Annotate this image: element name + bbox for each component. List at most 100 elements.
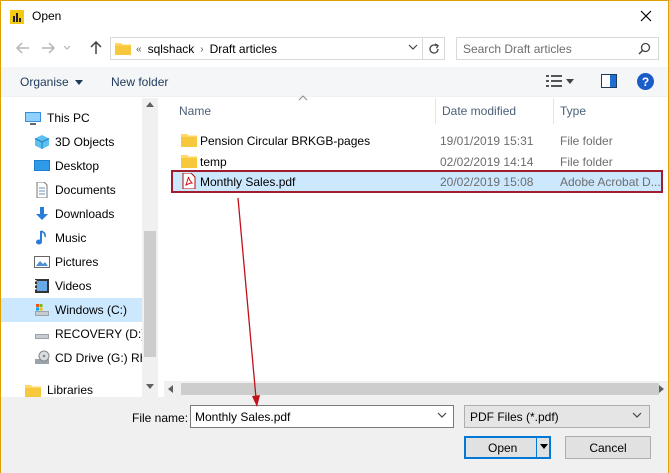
folder-icon xyxy=(181,155,197,168)
libraries-icon xyxy=(25,385,41,397)
nav-label: 3D Objects xyxy=(55,135,115,149)
split-divider xyxy=(536,438,537,457)
scroll-up-icon[interactable] xyxy=(146,102,154,107)
cancel-button[interactable]: Cancel xyxy=(565,436,651,459)
nav-item-3d-objects[interactable]: 3D Objects xyxy=(1,130,142,154)
cancel-label: Cancel xyxy=(589,441,627,455)
scroll-right-icon[interactable] xyxy=(659,385,664,393)
pictures-icon xyxy=(34,256,50,268)
chevron-down-icon xyxy=(63,45,71,50)
nav-item-this-pc[interactable]: This PC xyxy=(1,106,142,130)
file-name: Monthly Sales.pdf xyxy=(200,175,296,189)
file-row-selected[interactable]: Monthly Sales.pdf 20/02/2019 15:08 Adobe… xyxy=(171,170,663,193)
file-name: Pension Circular BRKGB-pages xyxy=(200,134,371,148)
folder-icon xyxy=(181,134,197,147)
caret-down-icon xyxy=(566,78,574,84)
nav-item-videos[interactable]: Videos xyxy=(1,274,142,298)
navigation-pane: This PC 3D Objects Desktop Documents Dow… xyxy=(1,98,158,397)
file-list: Name Date modified Type Pension Circular… xyxy=(164,95,668,397)
file-list-scrollbar-thumb[interactable] xyxy=(181,383,659,395)
search-box[interactable] xyxy=(456,37,659,60)
file-type: File folder xyxy=(560,134,613,148)
file-row[interactable]: Pension Circular BRKGB-pages 19/01/2019 … xyxy=(172,130,662,151)
file-name-input[interactable] xyxy=(195,409,431,424)
breadcrumb-sqlshack[interactable]: sqlshack xyxy=(148,42,195,56)
nav-item-music[interactable]: Music xyxy=(1,226,142,250)
nav-item-libraries[interactable]: Libraries xyxy=(1,378,142,397)
nav-item-cd-drive-g[interactable]: CD Drive (G:) RH xyxy=(1,346,148,370)
file-date: 19/01/2019 15:31 xyxy=(440,134,534,148)
drive-icon xyxy=(35,334,49,339)
nav-label: Windows (C:) xyxy=(55,303,128,317)
nav-scrollbar-thumb[interactable] xyxy=(144,231,156,357)
file-row[interactable]: temp 02/02/2019 14:14 File folder xyxy=(172,151,662,172)
file-type-value: PDF Files (*.pdf) xyxy=(470,410,559,424)
chevron-down-icon[interactable] xyxy=(408,44,418,51)
nav-item-recovery-d[interactable]: RECOVERY (D:) xyxy=(1,322,145,346)
nav-item-documents[interactable]: Documents xyxy=(1,178,142,202)
scroll-down-icon[interactable] xyxy=(146,384,154,389)
command-toolbar: Organise New folder ? xyxy=(1,67,668,97)
column-header-name[interactable]: Name xyxy=(173,98,436,124)
search-input[interactable] xyxy=(463,41,633,56)
nav-label: Pictures xyxy=(55,255,99,269)
nav-item-pictures[interactable]: Pictures xyxy=(1,250,142,274)
nav-scrollbar[interactable] xyxy=(142,98,158,397)
file-type-select[interactable]: PDF Files (*.pdf) xyxy=(464,405,650,428)
open-label: Open xyxy=(488,441,518,455)
file-name-combobox[interactable] xyxy=(190,405,454,428)
help-button[interactable]: ? xyxy=(637,73,654,90)
caret-down-icon[interactable] xyxy=(540,444,548,449)
desktop-icon xyxy=(34,160,50,171)
organise-label: Organise xyxy=(20,75,69,89)
chevron-right-icon[interactable]: › xyxy=(200,44,203,55)
file-date: 20/02/2019 15:08 xyxy=(440,175,534,189)
file-list-scrollbar[interactable] xyxy=(164,381,668,397)
chevron-down-icon xyxy=(632,412,642,418)
nav-label: Music xyxy=(55,231,87,245)
nav-label: Libraries xyxy=(47,383,94,397)
scroll-left-icon[interactable] xyxy=(168,385,173,393)
nav-label: CD Drive (G:) RH xyxy=(55,351,149,365)
file-type: Adobe Acrobat D... xyxy=(560,175,661,189)
computer-icon xyxy=(25,112,41,125)
nav-item-downloads[interactable]: Downloads xyxy=(1,202,142,226)
nav-item-desktop[interactable]: Desktop xyxy=(1,154,142,178)
arrow-left-icon xyxy=(16,42,29,54)
open-file-dialog: Open « sqlshack › Draft articles Search … xyxy=(0,0,669,473)
caret-down-icon xyxy=(74,79,83,85)
close-button[interactable] xyxy=(636,6,656,26)
forward-button[interactable] xyxy=(39,39,57,57)
arrow-up-icon xyxy=(90,41,102,54)
nav-item-windows-c[interactable]: Windows (C:) xyxy=(1,298,142,322)
column-header-type[interactable]: Type xyxy=(554,98,664,124)
preview-pane-button[interactable] xyxy=(601,74,617,91)
close-icon xyxy=(640,10,652,22)
dialog-footer: File name: PDF Files (*.pdf) Open Cancel xyxy=(1,397,668,473)
overflow-chevron[interactable]: « xyxy=(136,44,142,55)
chevron-down-icon[interactable] xyxy=(437,412,447,419)
file-name: temp xyxy=(200,155,227,169)
videos-icon xyxy=(35,279,49,293)
title-bar: Open xyxy=(1,1,668,32)
back-button[interactable] xyxy=(14,39,32,57)
file-date: 02/02/2019 14:14 xyxy=(440,155,534,169)
refresh-button[interactable] xyxy=(422,38,444,59)
new-folder-button[interactable]: New folder xyxy=(111,75,168,89)
change-view-button[interactable] xyxy=(546,74,574,88)
file-name-label: File name: xyxy=(132,411,189,425)
organise-button[interactable]: Organise xyxy=(20,75,83,89)
file-type: File folder xyxy=(560,155,613,169)
search-icon xyxy=(638,42,651,55)
column-header-date-modified[interactable]: Date modified xyxy=(436,98,554,124)
details-view-icon xyxy=(546,75,562,87)
breadcrumb-draft-articles[interactable]: Draft articles xyxy=(210,42,277,56)
recent-locations-button[interactable] xyxy=(62,39,72,57)
cd-drive-icon xyxy=(35,350,50,364)
preview-pane-icon xyxy=(601,74,617,88)
open-button[interactable]: Open xyxy=(464,436,551,459)
drive-icon xyxy=(35,304,49,316)
address-bar[interactable]: « sqlshack › Draft articles xyxy=(110,37,445,60)
up-button[interactable] xyxy=(87,39,105,57)
power-bi-icon xyxy=(10,10,24,24)
